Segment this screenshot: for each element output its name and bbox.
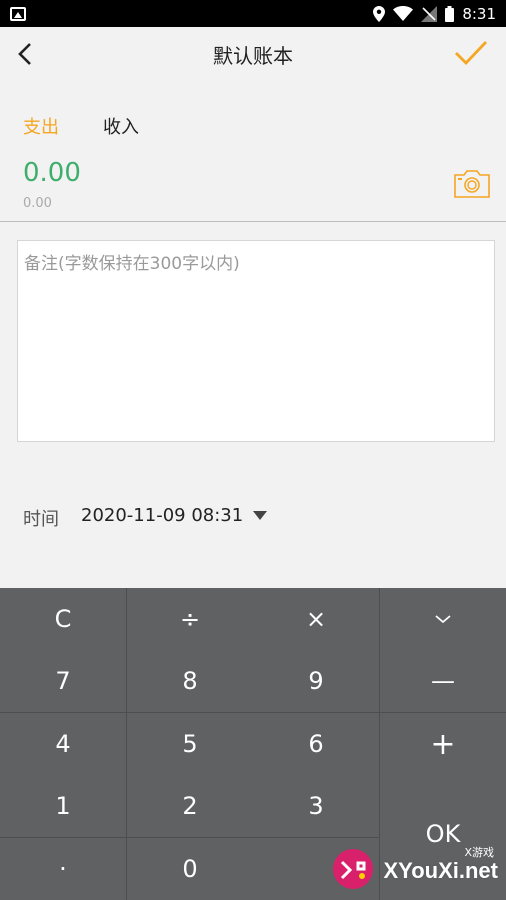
tab-income[interactable]: 收入 <box>103 113 139 139</box>
note-placeholder: 备注(字数保持在300字以内) <box>24 254 240 274</box>
checkmark-icon[interactable] <box>454 39 488 69</box>
camera-icon[interactable] <box>452 168 492 200</box>
gamepad-logo-icon <box>333 849 373 889</box>
battery-icon <box>445 5 455 22</box>
key-2[interactable]: 2 <box>127 775 253 837</box>
key-9[interactable]: 9 <box>253 650 379 712</box>
type-tabs: 支出 收入 <box>23 113 139 139</box>
key-multiply[interactable]: × <box>253 588 379 650</box>
key-minus[interactable]: — <box>380 650 506 712</box>
amount-display: 0.00 <box>23 158 81 188</box>
key-collapse[interactable] <box>380 588 506 650</box>
watermark: X游戏 XYouXi.net <box>328 840 498 896</box>
tab-expense[interactable]: 支出 <box>23 113 59 139</box>
page-title: 默认账本 <box>213 44 293 68</box>
divider <box>0 221 506 222</box>
time-label: 时间 <box>23 509 59 530</box>
image-icon <box>10 6 26 21</box>
key-clear[interactable]: C <box>0 588 126 650</box>
location-icon <box>373 5 386 22</box>
watermark-site-text: XYouXi.net <box>383 858 499 883</box>
back-arrow-icon[interactable] <box>12 39 42 69</box>
app-header: 默认账本 <box>0 27 506 82</box>
key-0[interactable]: 0 <box>127 838 253 900</box>
note-textarea[interactable]: 备注(字数保持在300字以内) <box>17 240 495 442</box>
key-6[interactable]: 6 <box>253 713 379 775</box>
dropdown-arrow-icon <box>253 511 268 520</box>
wifi-icon <box>393 6 414 21</box>
key-5[interactable]: 5 <box>127 713 253 775</box>
status-time: 8:31 <box>462 4 496 23</box>
key-3[interactable]: 3 <box>253 775 379 837</box>
key-plus[interactable]: + <box>380 713 506 775</box>
key-7[interactable]: 7 <box>0 650 126 712</box>
key-1[interactable]: 1 <box>0 775 126 837</box>
key-4[interactable]: 4 <box>0 713 126 775</box>
amount-subtotal: 0.00 <box>23 196 52 211</box>
status-bar: 8:31 <box>0 0 506 27</box>
key-8[interactable]: 8 <box>127 650 253 712</box>
signal-icon <box>421 5 438 22</box>
time-value: 2020-11-09 08:31 <box>81 505 244 526</box>
time-picker[interactable]: 2020-11-09 08:31 <box>81 505 268 526</box>
chevron-down-icon <box>435 615 451 624</box>
key-divide[interactable]: ÷ <box>127 588 253 650</box>
key-decimal[interactable]: · <box>0 838 126 900</box>
